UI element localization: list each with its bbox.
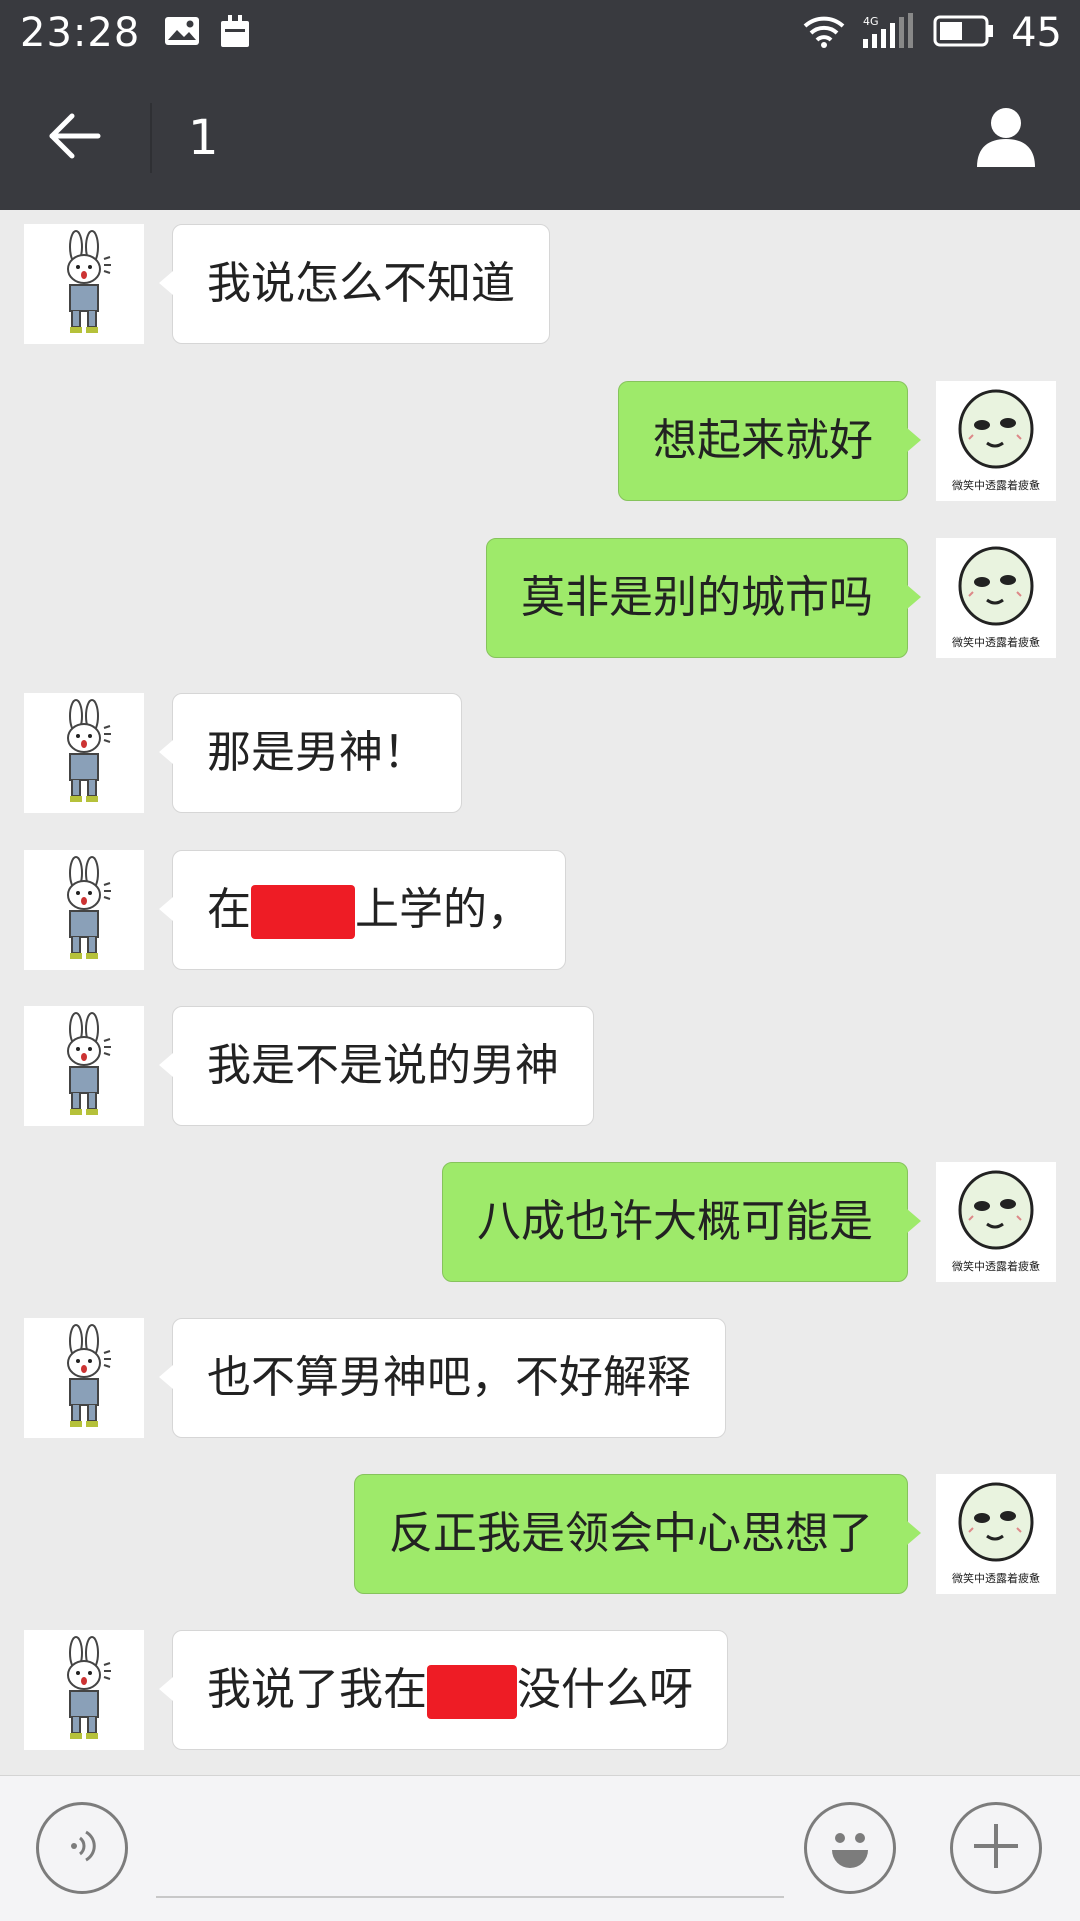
message-bubble[interactable]: 那是男神！ — [159, 693, 462, 813]
battery-icon — [933, 15, 995, 51]
redaction-mark — [427, 1665, 517, 1719]
message-bubble[interactable]: 我是不是说的男神 — [159, 1006, 594, 1126]
person-icon — [973, 103, 1039, 173]
message-text-before: 我说了我在 — [207, 1664, 427, 1715]
avatar-caption: 微笑中透露着疲惫 — [952, 1260, 1040, 1273]
meme-face-avatar[interactable]: 微笑中透露着疲惫 — [936, 381, 1056, 501]
chat-info-button[interactable] — [946, 66, 1066, 210]
battery-percent: 45 — [1011, 10, 1062, 56]
bunny-avatar[interactable] — [24, 1006, 144, 1126]
more-button[interactable] — [950, 1802, 1042, 1894]
message-text-after: 上学的， — [355, 884, 531, 935]
signal-icon: 4G — [861, 13, 917, 53]
status-bar: 23:28 4G 45 — [0, 0, 1080, 66]
plus-icon — [968, 1818, 1024, 1878]
emoji-icon — [820, 1816, 880, 1880]
bunny-avatar[interactable] — [24, 1318, 144, 1438]
message-bubble[interactable]: 也不算男神吧，不好解释 — [159, 1318, 726, 1438]
message-bubble[interactable]: 我说怎么不知道 — [159, 224, 550, 344]
meme-face-avatar[interactable]: 微笑中透露着疲惫 — [936, 1162, 1056, 1282]
network-type: 4G — [863, 15, 879, 28]
voice-icon — [62, 1826, 102, 1870]
message-bubble[interactable]: 莫非是别的城市吗 — [486, 538, 921, 658]
redaction-mark — [251, 885, 355, 939]
back-button[interactable] — [0, 66, 150, 210]
message-bubble[interactable]: 我说了我在 没什么呀 — [159, 1630, 728, 1750]
message-bubble[interactable]: 反正我是领会中心思想了 — [354, 1474, 921, 1594]
message-text-after: 没什么呀 — [517, 1664, 693, 1715]
bunny-avatar[interactable] — [24, 693, 144, 813]
clock: 23:28 — [20, 10, 141, 56]
bunny-avatar[interactable] — [24, 850, 144, 970]
message-list[interactable]: 我说怎么不知道 想起来就好 微笑中透露着疲惫 莫非是别的城市吗 微笑中透露着疲惫… — [0, 210, 1080, 1775]
meme-face-avatar[interactable]: 微笑中透露着疲惫 — [936, 1474, 1056, 1594]
avatar-caption: 微笑中透露着疲惫 — [952, 1572, 1040, 1585]
message-bubble[interactable]: 在 上学的， — [159, 850, 566, 970]
emoji-button[interactable] — [804, 1802, 896, 1894]
chat-title: 1 — [188, 110, 219, 166]
voice-button[interactable] — [36, 1802, 128, 1894]
chat-header: 1 — [0, 66, 1080, 210]
input-bar — [0, 1775, 1080, 1921]
header-divider — [150, 103, 152, 173]
message-bubble[interactable]: 想起来就好 — [618, 381, 921, 501]
message-bubble[interactable]: 八成也许大概可能是 — [442, 1162, 921, 1282]
back-arrow-icon — [48, 112, 102, 164]
calendar-notification-icon — [220, 15, 250, 51]
bunny-avatar[interactable] — [24, 1630, 144, 1750]
bunny-avatar[interactable] — [24, 224, 144, 344]
avatar-caption: 微笑中透露着疲惫 — [952, 479, 1040, 492]
image-notification-icon — [164, 16, 200, 50]
wifi-icon — [803, 14, 845, 52]
meme-face-avatar[interactable]: 微笑中透露着疲惫 — [936, 538, 1056, 658]
message-input[interactable] — [156, 1808, 784, 1898]
avatar-caption: 微笑中透露着疲惫 — [952, 636, 1040, 649]
message-text-before: 在 — [207, 884, 251, 935]
